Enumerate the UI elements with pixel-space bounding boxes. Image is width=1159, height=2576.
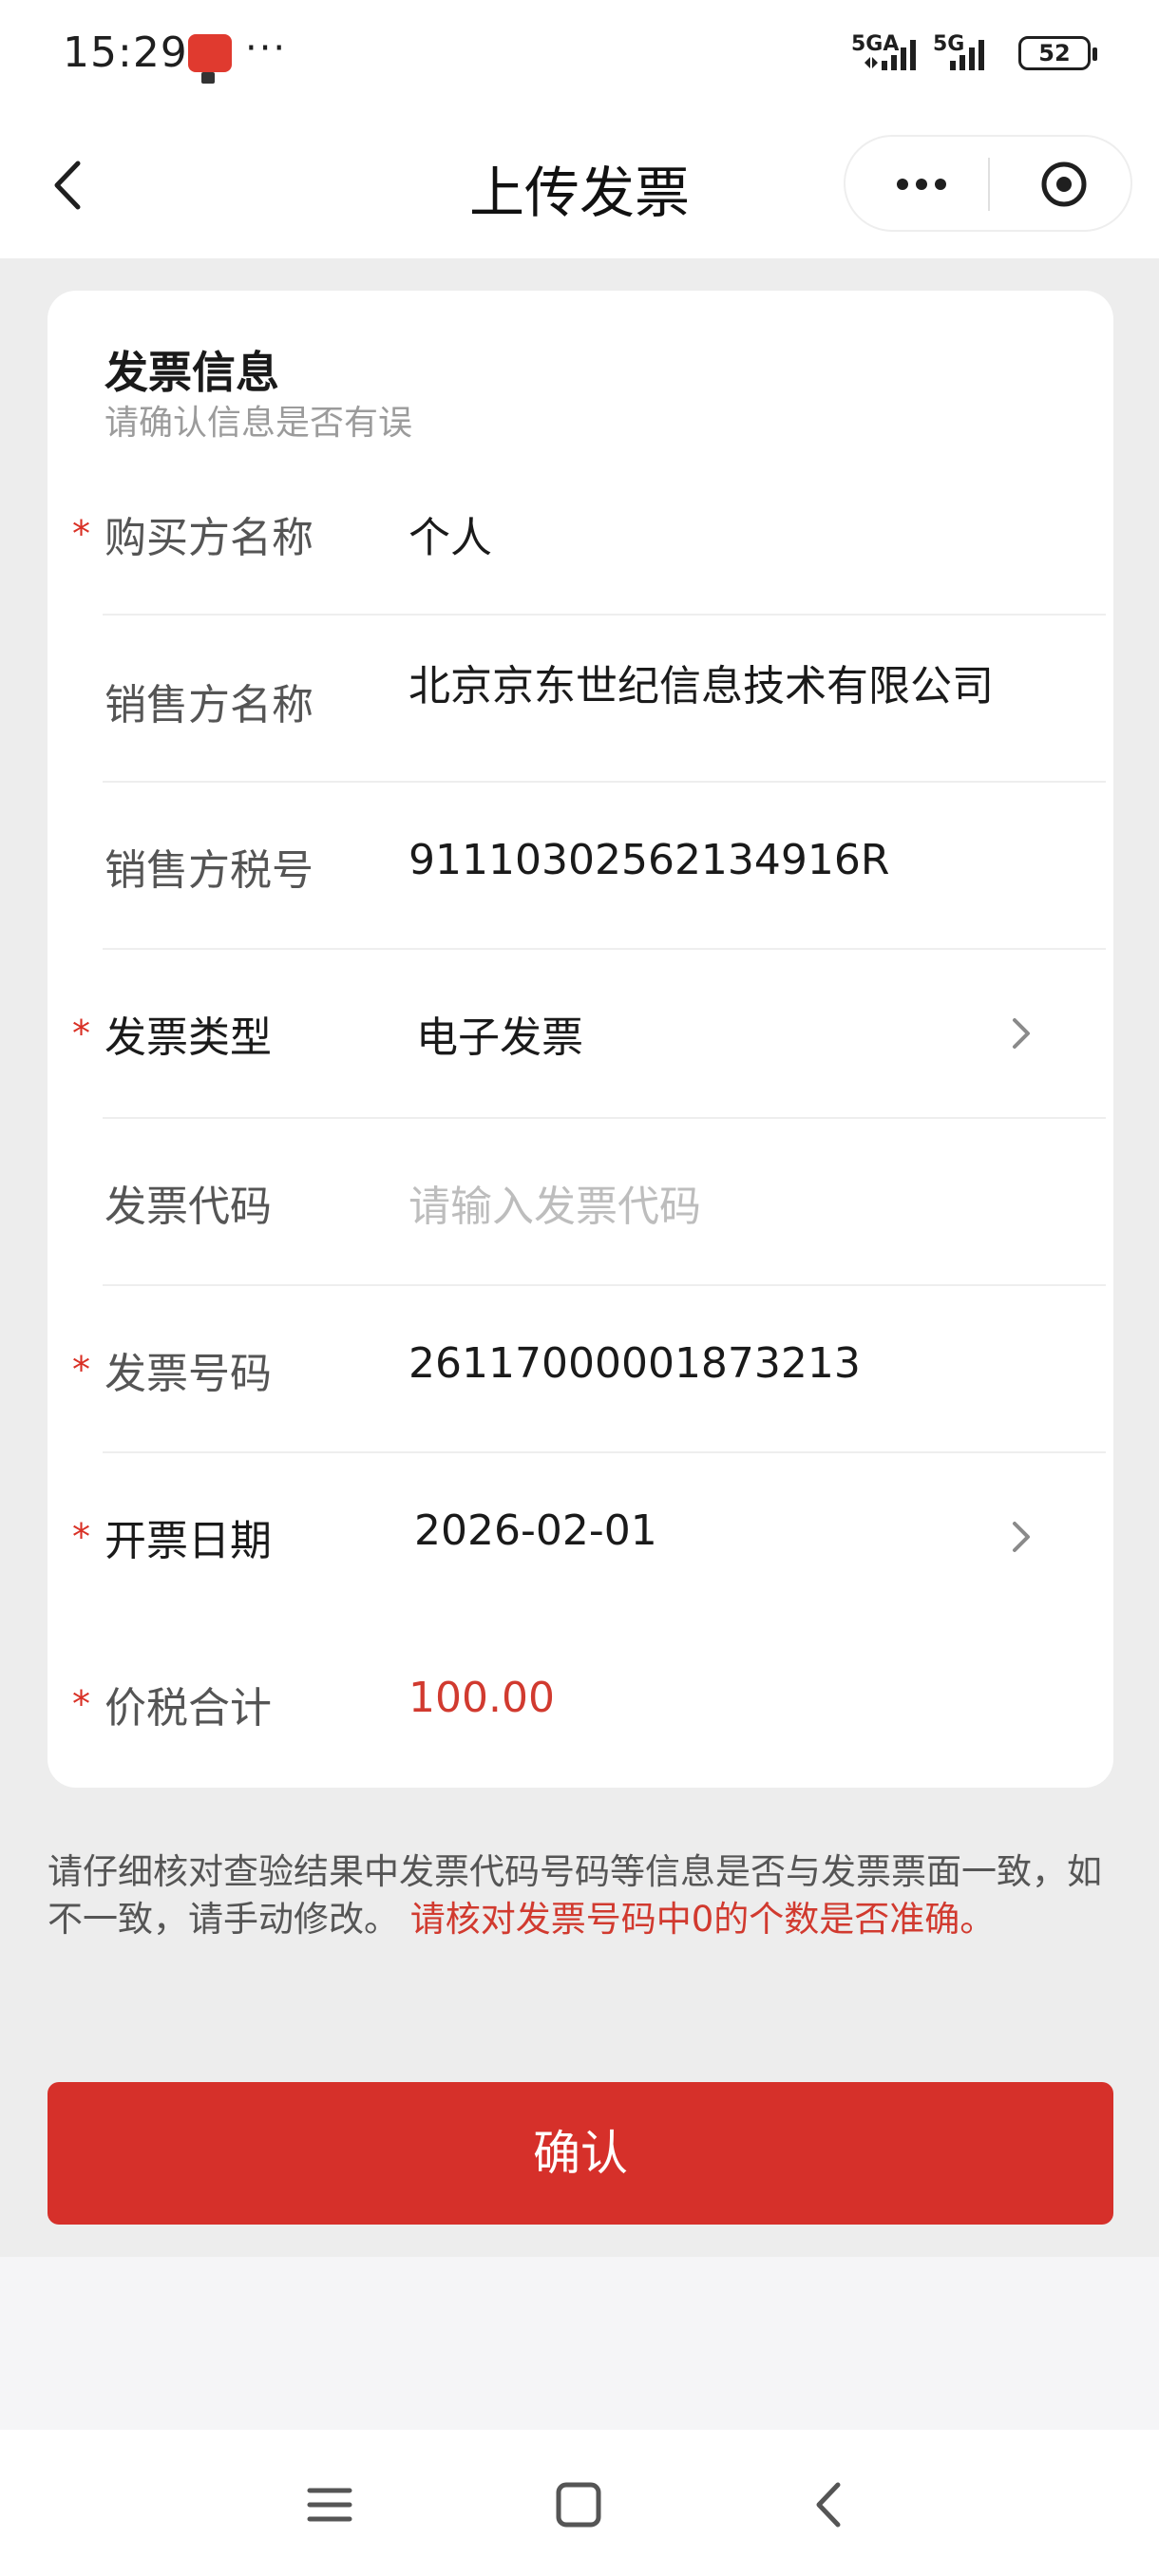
seller-tax-id-label: 销售方税号 — [104, 846, 314, 895]
app-notification-icon — [188, 34, 232, 84]
chevron-right-icon[interactable] — [1007, 1514, 1036, 1560]
total-amount-row[interactable]: * 价税合计 100.00 — [48, 1674, 1113, 1769]
required-mark: * — [72, 1683, 90, 1725]
seller-tax-id-row[interactable]: 销售方税号 91110302562134916R — [48, 836, 1113, 950]
signal-icon-2 — [950, 40, 984, 70]
invoice-type-row[interactable]: * 发票类型 电子发票 — [48, 1003, 1113, 1117]
invoice-number-row[interactable]: * 发票号码 26117000001873213 — [48, 1339, 1113, 1453]
card-title: 发票信息 — [104, 347, 279, 398]
row-divider — [103, 781, 1106, 783]
required-mark: * — [72, 1516, 90, 1558]
invoice-code-label: 发票代码 — [104, 1183, 272, 1231]
invoice-type-label: 发票类型 — [104, 1013, 272, 1062]
menu-icon[interactable] — [296, 2472, 363, 2538]
seller-tax-id-value[interactable]: 91110302562134916R — [408, 836, 889, 884]
invoice-type-value[interactable]: 电子发票 — [416, 1003, 583, 1064]
status-time: 15:29 — [63, 28, 188, 77]
close-miniprogram-icon[interactable] — [1016, 150, 1112, 218]
bottom-empty-area — [0, 2257, 1159, 2430]
required-mark: * — [72, 513, 90, 555]
buyer-name-value[interactable]: 个人 — [408, 503, 492, 564]
signal-icon — [864, 40, 916, 70]
confirm-button[interactable]: 确认 — [48, 2082, 1113, 2225]
row-divider — [103, 1451, 1106, 1453]
invoice-code-input[interactable]: 请输入发票代码 — [408, 1172, 701, 1233]
system-navigation-bar — [0, 2430, 1159, 2576]
required-mark: * — [72, 1349, 90, 1391]
buyer-name-label: 购买方名称 — [104, 514, 314, 562]
chevron-right-icon[interactable] — [1007, 1011, 1036, 1056]
status-bar: 15:29 ··· 5GA 5G 52 — [0, 0, 1159, 114]
total-amount-label: 价税合计 — [104, 1684, 272, 1733]
seller-name-label: 销售方名称 — [104, 681, 314, 729]
miniprogram-capsule — [844, 135, 1132, 232]
seller-name-row[interactable]: 销售方名称 北京京东世纪信息技术有限公司 — [48, 652, 1113, 766]
home-icon[interactable] — [545, 2472, 612, 2538]
capsule-divider — [988, 158, 990, 211]
invoice-info-card: 发票信息 请确认信息是否有误 * 购买方名称 个人 销售方名称 北京京东世纪信息… — [48, 291, 1113, 1788]
seller-name-value[interactable]: 北京京东世纪信息技术有限公司 — [408, 652, 994, 712]
issue-date-row[interactable]: * 开票日期 2026-02-01 — [48, 1506, 1113, 1620]
row-divider — [103, 1117, 1106, 1119]
issue-date-value[interactable]: 2026-02-01 — [414, 1506, 657, 1555]
invoice-code-row[interactable]: 发票代码 请输入发票代码 — [48, 1172, 1113, 1286]
required-mark: * — [72, 1013, 90, 1054]
more-icon[interactable] — [874, 152, 969, 217]
back-icon[interactable] — [796, 2472, 863, 2538]
total-amount-value[interactable]: 100.00 — [408, 1674, 555, 1722]
more-notifications-indicator: ··· — [245, 27, 288, 70]
row-divider — [103, 1284, 1106, 1286]
row-divider — [103, 948, 1106, 950]
row-divider — [103, 614, 1106, 616]
issue-date-label: 开票日期 — [104, 1517, 272, 1565]
invoice-number-value[interactable]: 26117000001873213 — [408, 1339, 861, 1388]
verification-note: 请仔细核对查验结果中发票代码号码等信息是否与发票票面一致，如不一致，请手动修改。… — [48, 1848, 1102, 1943]
note-warning: 请核对发票号码中0的个数是否准确。 — [409, 1899, 996, 1940]
battery-icon: 52 — [1018, 36, 1097, 70]
top-nav-bar: 上传发票 — [0, 114, 1159, 258]
card-subtitle: 请确认信息是否有误 — [104, 404, 413, 443]
invoice-number-label: 发票号码 — [104, 1350, 272, 1398]
buyer-name-row[interactable]: * 购买方名称 个人 — [48, 503, 1113, 617]
